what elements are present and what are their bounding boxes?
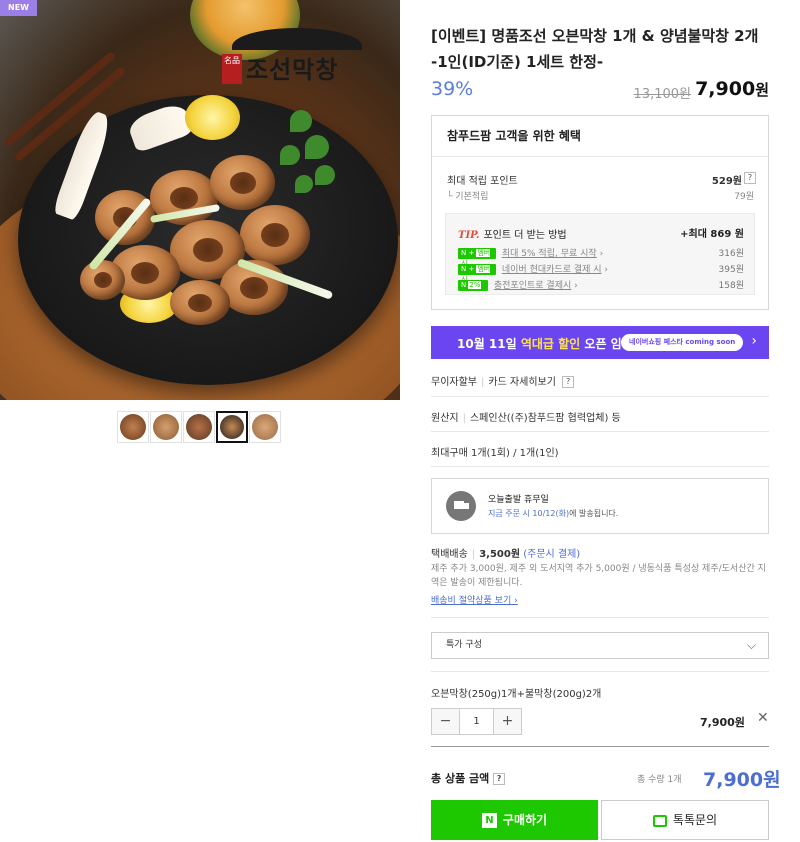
divider: [431, 396, 769, 397]
logo-name: 조선막창: [246, 55, 339, 84]
thumbnail-5[interactable]: [249, 411, 281, 443]
shipping-note: 제주 추가 3,000원, 제주 외 도서지역 추가 5,000원 / 냉동식품…: [431, 564, 766, 588]
product-title: [이벤트] 명품조선 오븐막창 1개 & 양념불막창 2개 -1인(ID기준) …: [431, 27, 759, 71]
total-label: 총 상품 금액 ?: [431, 770, 506, 786]
tip-row-card[interactable]: N +멤버십 네이버 현대카드로 결제 시 › 395원: [458, 262, 744, 284]
close-icon[interactable]: ✕: [757, 710, 769, 726]
festa-banner[interactable]: 10월 11일 역대급 할인 오픈 임박! 네이버쇼핑 페스타 coming s…: [431, 326, 769, 359]
chevron-right-icon: ›: [751, 333, 757, 349]
installment-row: 무이자할부 | 카드 자세히보기 ?: [431, 373, 769, 388]
max-points-row: 최대 적립 포인트 529원 ?: [447, 172, 756, 187]
minus-button[interactable]: −: [432, 709, 459, 734]
origin-row: 원산지 | 스페인산((주)참푸드팜 협력업체) 등: [431, 413, 621, 424]
naver-plus-icon: N +멤버십: [458, 248, 496, 268]
thumbnail-3[interactable]: [183, 411, 215, 443]
naver-plus-icon: N +멤버십: [458, 264, 496, 284]
plus-button[interactable]: +: [494, 709, 521, 734]
buy-button[interactable]: N 구매하기: [431, 800, 598, 840]
divider: [431, 746, 769, 747]
option-select[interactable]: 특가 구성 ⌵: [431, 632, 769, 659]
original-price: 13,100원: [633, 87, 691, 102]
thumbnail-4[interactable]: [216, 411, 248, 443]
tip-title: TIP. 포인트 더 받는 방법: [458, 230, 567, 241]
shipping-row: 택배배송 | 3,500원 (주문시 결제): [431, 549, 581, 560]
divider: [431, 466, 769, 467]
tip-row-charge[interactable]: N 2% 충전포인트로 결제시 › 158원: [458, 278, 744, 292]
today-dispatch-box: 오늘출발 휴무일 지금 주문 시 10/12(화)에 발송됩니다.: [431, 478, 769, 534]
tip-box: TIP.포인트 더 받는 방법 +최대 869 원 N +멤버십 최대 5% 적…: [445, 213, 755, 295]
benefit-box: 참푸드팜 고객을 위한 혜택 최대 적립 포인트 529원 ? └ 기본적립 7…: [431, 115, 769, 310]
total-price: 7,900원: [703, 769, 781, 791]
thumbnail-1[interactable]: [117, 411, 149, 443]
option-price: 7,900원: [700, 716, 745, 729]
truck-icon: [446, 491, 476, 521]
selected-option-name: 오븐막창(250g)1개+불막창(200g)2개: [431, 689, 602, 700]
naver-n-icon: N: [481, 813, 497, 828]
benefit-header: 참푸드팜 고객을 위한 혜택: [432, 116, 768, 157]
chevron-down-icon: ⌵: [746, 638, 756, 652]
naver-pay-icon: N 2%: [458, 280, 488, 291]
shipping-saver-link[interactable]: 배송비 절약상품 보기 ›: [431, 593, 518, 606]
quantity-stepper: − 1 +: [431, 708, 522, 735]
tip-max: +최대 869 원: [680, 229, 744, 240]
logo-seal: 名品: [222, 54, 242, 84]
product-main-image: 名品 조선막창: [0, 0, 400, 400]
base-points-row: └ 기본적립 79원: [447, 192, 754, 202]
price-row: 39% 13,100원 7,900원: [431, 76, 769, 104]
quantity-input[interactable]: 1: [459, 709, 494, 734]
new-badge: NEW: [0, 0, 37, 16]
tip-row-membership[interactable]: N +멤버십 최대 5% 적립, 무료 시작 › 316원: [458, 246, 744, 268]
thumbnail-2[interactable]: [150, 411, 182, 443]
thumbnail-strip: [117, 411, 281, 443]
help-icon[interactable]: ?: [493, 773, 506, 785]
chat-icon: [652, 814, 667, 827]
help-icon[interactable]: ?: [562, 376, 575, 388]
divider: [431, 617, 769, 618]
discount-rate: 39%: [431, 78, 474, 100]
dispatch-sub: 지금 주문 시 10/12(화)에 발송됩니다.: [488, 509, 619, 518]
talktalk-inquiry-button[interactable]: 톡톡문의: [601, 800, 769, 840]
banner-text: 10월 11일 역대급 할인 오픈 임박!: [457, 337, 639, 351]
banner-sub: 네이버쇼핑 페스타 coming soon: [621, 334, 744, 351]
brand-logo: 名品 조선막창: [222, 28, 372, 92]
divider: [431, 671, 769, 672]
dispatch-title: 오늘출발 휴무일: [488, 495, 549, 505]
max-points-value: 529원: [711, 176, 742, 187]
total-qty: 총 수량 1개: [637, 775, 682, 785]
divider: [431, 431, 769, 432]
sale-price: 7,900원: [695, 78, 769, 100]
help-icon[interactable]: ?: [744, 172, 756, 184]
card-detail-link[interactable]: 카드 자세히보기: [488, 377, 556, 388]
max-purchase: 최대구매 1개(1회) / 1개(1인): [431, 448, 559, 459]
